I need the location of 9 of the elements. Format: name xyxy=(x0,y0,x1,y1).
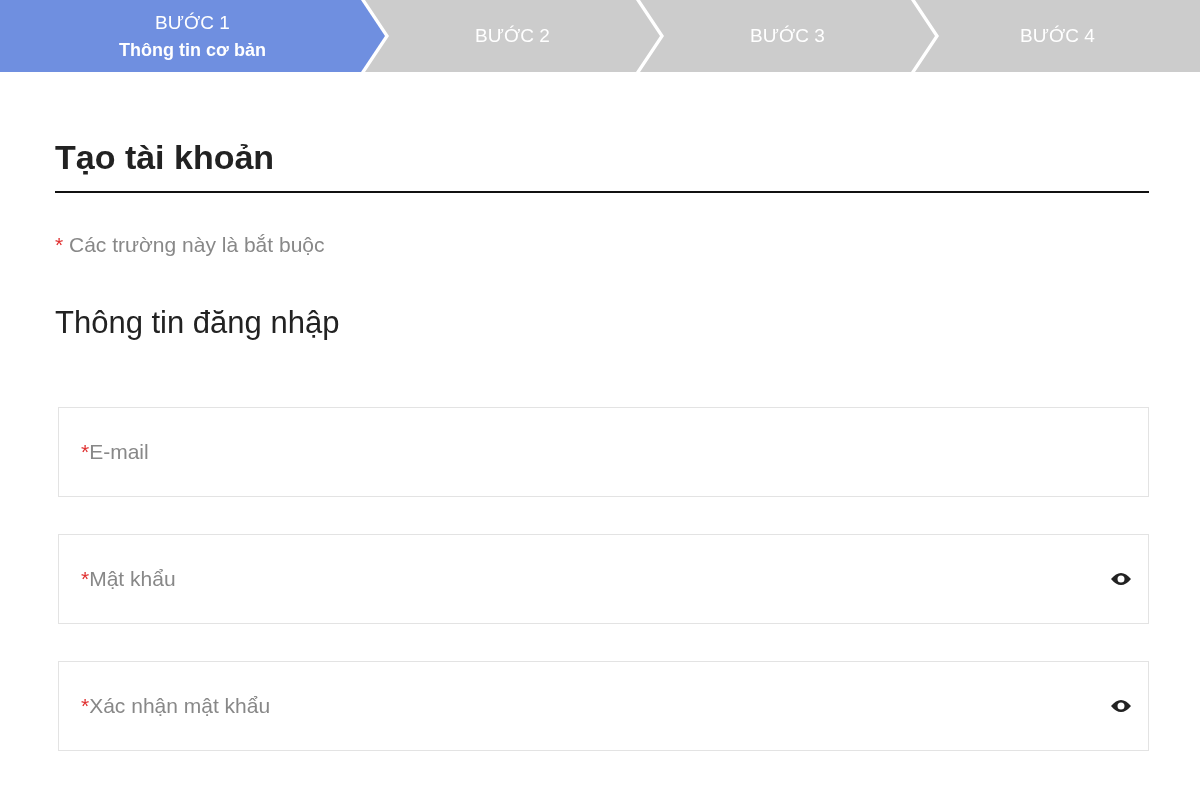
required-note: * Các trường này là bắt buộc xyxy=(55,233,326,257)
page-title: Tạo tài khoản xyxy=(55,138,1149,193)
section-title: Thông tin đăng nhập xyxy=(55,305,341,341)
eye-icon[interactable] xyxy=(1110,698,1132,714)
eye-icon[interactable] xyxy=(1110,571,1132,587)
password-field[interactable]: *Xác nhận mật khẩu xyxy=(58,661,1149,751)
email-field[interactable]: *E-mail xyxy=(58,407,1149,497)
password-field[interactable]: *Mật khẩu xyxy=(58,534,1149,624)
step-tab[interactable]: BƯỚC 1 Thông tin cơ bản xyxy=(0,0,385,72)
